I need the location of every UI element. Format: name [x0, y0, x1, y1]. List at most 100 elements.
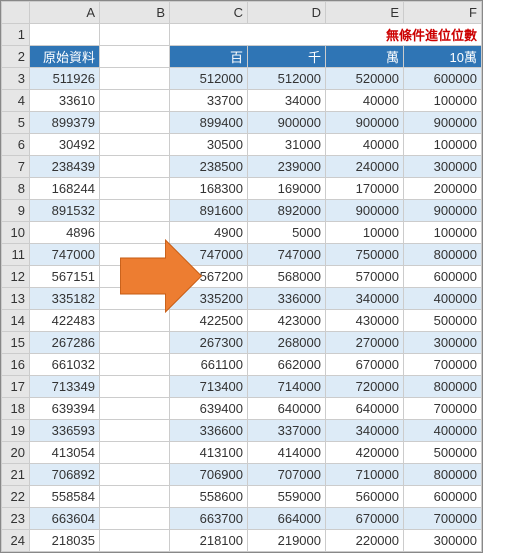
cell-A1[interactable]: [30, 24, 100, 46]
cell-A24[interactable]: 218035: [30, 530, 100, 552]
cell-E11[interactable]: 750000: [326, 244, 404, 266]
cell-E4[interactable]: 40000: [326, 90, 404, 112]
cell-A18[interactable]: 639394: [30, 398, 100, 420]
cell-F21[interactable]: 800000: [404, 464, 482, 486]
cell-A13[interactable]: 335182: [30, 288, 100, 310]
cell-D18[interactable]: 640000: [248, 398, 326, 420]
cell-B17[interactable]: [100, 376, 170, 398]
cell-C18[interactable]: 639400: [170, 398, 248, 420]
cell-A14[interactable]: 422483: [30, 310, 100, 332]
row-header-20[interactable]: 20: [2, 442, 30, 464]
cell-A23[interactable]: 663604: [30, 508, 100, 530]
cell-A22[interactable]: 558584: [30, 486, 100, 508]
cell-F13[interactable]: 400000: [404, 288, 482, 310]
cell-F24[interactable]: 300000: [404, 530, 482, 552]
cell-B15[interactable]: [100, 332, 170, 354]
cell-D14[interactable]: 423000: [248, 310, 326, 332]
cell-F20[interactable]: 500000: [404, 442, 482, 464]
row-header-10[interactable]: 10: [2, 222, 30, 244]
cell-F22[interactable]: 600000: [404, 486, 482, 508]
cell-F3[interactable]: 600000: [404, 68, 482, 90]
cell-B8[interactable]: [100, 178, 170, 200]
cell-D21[interactable]: 707000: [248, 464, 326, 486]
cell-E21[interactable]: 710000: [326, 464, 404, 486]
row-header-15[interactable]: 15: [2, 332, 30, 354]
title-cell[interactable]: 無條件進位位數: [170, 24, 482, 46]
cell-F9[interactable]: 900000: [404, 200, 482, 222]
cell-C11[interactable]: 747000: [170, 244, 248, 266]
row-header-17[interactable]: 17: [2, 376, 30, 398]
cell-C22[interactable]: 558600: [170, 486, 248, 508]
cell-E14[interactable]: 430000: [326, 310, 404, 332]
cell-F11[interactable]: 800000: [404, 244, 482, 266]
row-header-19[interactable]: 19: [2, 420, 30, 442]
cell-E12[interactable]: 570000: [326, 266, 404, 288]
cell-C24[interactable]: 218100: [170, 530, 248, 552]
row-header-21[interactable]: 21: [2, 464, 30, 486]
cell-A11[interactable]: 747000: [30, 244, 100, 266]
cell-A7[interactable]: 238439: [30, 156, 100, 178]
cell-E17[interactable]: 720000: [326, 376, 404, 398]
cell-D6[interactable]: 31000: [248, 134, 326, 156]
cell-B18[interactable]: [100, 398, 170, 420]
cell-E18[interactable]: 640000: [326, 398, 404, 420]
cell-F18[interactable]: 700000: [404, 398, 482, 420]
cell-B24[interactable]: [100, 530, 170, 552]
cell-C4[interactable]: 33700: [170, 90, 248, 112]
cell-C3[interactable]: 512000: [170, 68, 248, 90]
cell-D22[interactable]: 559000: [248, 486, 326, 508]
cell-E8[interactable]: 170000: [326, 178, 404, 200]
cell-E19[interactable]: 340000: [326, 420, 404, 442]
row-header-9[interactable]: 9: [2, 200, 30, 222]
row-header-13[interactable]: 13: [2, 288, 30, 310]
row-header-24[interactable]: 24: [2, 530, 30, 552]
row-header-12[interactable]: 12: [2, 266, 30, 288]
cell-F17[interactable]: 800000: [404, 376, 482, 398]
cell-D4[interactable]: 34000: [248, 90, 326, 112]
cell-B13[interactable]: [100, 288, 170, 310]
cell-F15[interactable]: 300000: [404, 332, 482, 354]
row-header-2[interactable]: 2: [2, 46, 30, 68]
cell-B9[interactable]: [100, 200, 170, 222]
cell-E3[interactable]: 520000: [326, 68, 404, 90]
header-D[interactable]: 千: [248, 46, 326, 68]
row-header-11[interactable]: 11: [2, 244, 30, 266]
cell-F14[interactable]: 500000: [404, 310, 482, 332]
cell-D12[interactable]: 568000: [248, 266, 326, 288]
cell-F8[interactable]: 200000: [404, 178, 482, 200]
cell-F23[interactable]: 700000: [404, 508, 482, 530]
cell-A15[interactable]: 267286: [30, 332, 100, 354]
cell-B20[interactable]: [100, 442, 170, 464]
col-header-A[interactable]: A: [30, 2, 100, 24]
row-header-4[interactable]: 4: [2, 90, 30, 112]
cell-C15[interactable]: 267300: [170, 332, 248, 354]
cell-D24[interactable]: 219000: [248, 530, 326, 552]
cell-F16[interactable]: 700000: [404, 354, 482, 376]
row-header-7[interactable]: 7: [2, 156, 30, 178]
cell-D10[interactable]: 5000: [248, 222, 326, 244]
cell-A12[interactable]: 567151: [30, 266, 100, 288]
cell-B4[interactable]: [100, 90, 170, 112]
cell-A5[interactable]: 899379: [30, 112, 100, 134]
cell-C16[interactable]: 661100: [170, 354, 248, 376]
cell-A3[interactable]: 511926: [30, 68, 100, 90]
cell-E7[interactable]: 240000: [326, 156, 404, 178]
cell-D11[interactable]: 747000: [248, 244, 326, 266]
select-all-corner[interactable]: [2, 2, 30, 24]
col-header-D[interactable]: D: [248, 2, 326, 24]
col-header-F[interactable]: F: [404, 2, 482, 24]
row-header-3[interactable]: 3: [2, 68, 30, 90]
cell-E9[interactable]: 900000: [326, 200, 404, 222]
cell-C13[interactable]: 335200: [170, 288, 248, 310]
cell-B22[interactable]: [100, 486, 170, 508]
cell-C12[interactable]: 567200: [170, 266, 248, 288]
cell-C5[interactable]: 899400: [170, 112, 248, 134]
cell-D16[interactable]: 662000: [248, 354, 326, 376]
cell-A21[interactable]: 706892: [30, 464, 100, 486]
cell-D13[interactable]: 336000: [248, 288, 326, 310]
cell-A8[interactable]: 168244: [30, 178, 100, 200]
row-header-6[interactable]: 6: [2, 134, 30, 156]
header-E[interactable]: 萬: [326, 46, 404, 68]
cell-B23[interactable]: [100, 508, 170, 530]
cell-F12[interactable]: 600000: [404, 266, 482, 288]
